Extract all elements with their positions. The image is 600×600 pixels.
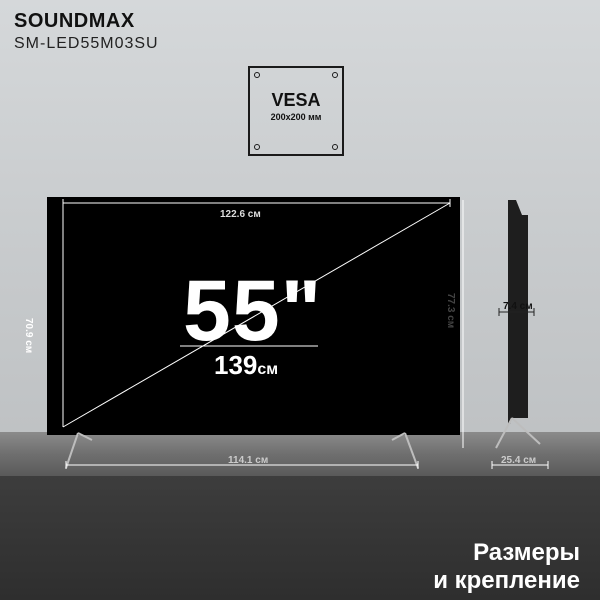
diagonal-cm-unit: см: [257, 361, 279, 378]
tv-side-profile: [495, 200, 541, 449]
stand-depth-label: 25.4 см: [501, 455, 537, 466]
diagonal-cm: 139см: [214, 350, 278, 381]
footer-line-1: Размеры: [473, 539, 580, 566]
footer-line-2: и крепление: [433, 567, 580, 594]
base-width-label: 114.1 см: [228, 455, 269, 466]
footer-caption: Размеры и крепление: [433, 539, 580, 595]
width-label: 122.6 см: [220, 209, 261, 220]
height-label: 70.9 см: [23, 318, 34, 354]
diagonal-cm-value: 139: [214, 350, 258, 380]
total-height-label: 77.3 см: [445, 293, 456, 329]
depth-label: 7.4 см: [503, 301, 533, 312]
diagonal-inches: 55": [183, 263, 323, 359]
width-dimension-line: [62, 199, 451, 207]
